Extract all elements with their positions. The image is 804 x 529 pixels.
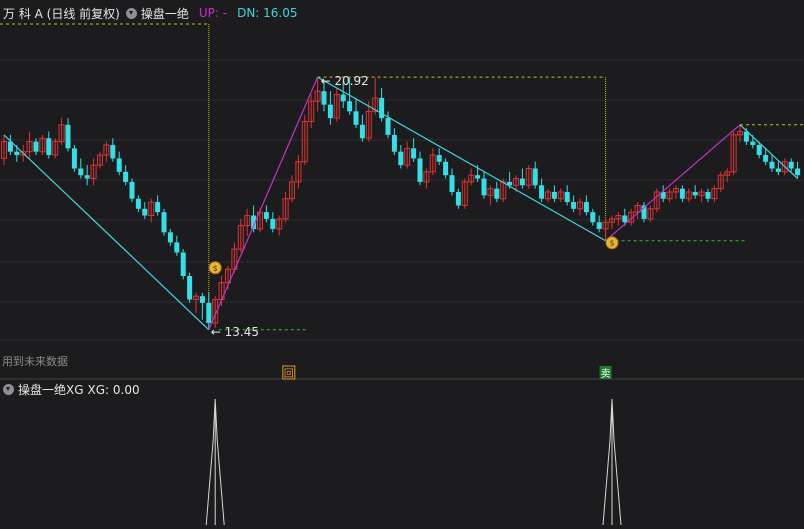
- candle-body: [321, 91, 327, 105]
- return-marker-label: 回: [284, 368, 294, 380]
- candle-body: [155, 202, 161, 213]
- zigzag-down-segment: [3, 134, 210, 331]
- candle-body: [33, 141, 39, 152]
- candle-body: [481, 178, 487, 196]
- candle-body: [340, 94, 346, 102]
- chart-stage: ← 20.92 ← 13.45 $ $ 回 卖: [0, 0, 804, 526]
- candle-body: [455, 192, 461, 206]
- candle-body: [353, 111, 359, 125]
- candle-body: [135, 198, 141, 209]
- stock-title: 万 科 A (日线 前复权): [3, 6, 120, 21]
- candle-body: [583, 202, 589, 213]
- peak-price-label: ← 20.92: [321, 74, 369, 88]
- candle-body: [795, 168, 801, 176]
- subindicator-toggle-icon[interactable]: [3, 384, 14, 395]
- candle-body: [532, 168, 538, 186]
- candle-body: [167, 232, 173, 243]
- candle-body: [110, 144, 116, 159]
- subindicator-name[interactable]: 操盘一绝XG: [18, 381, 84, 398]
- candle-body: [679, 188, 685, 199]
- candle-body: [443, 161, 449, 176]
- zigzag-up-segment: [605, 124, 741, 242]
- candle-body: [161, 212, 167, 233]
- candle-body: [116, 158, 122, 172]
- candle-body: [494, 188, 500, 199]
- candle-body: [788, 161, 794, 169]
- candle-body: [411, 148, 417, 159]
- up-value: UP: -: [198, 6, 228, 20]
- candle-body: [65, 124, 71, 149]
- sell-marker-label: 卖: [601, 368, 611, 380]
- zigzag-down-segment: [739, 124, 799, 179]
- candle-body: [519, 178, 525, 186]
- candle-body: [763, 155, 769, 162]
- trough-price-label: ← 13.45: [211, 325, 259, 339]
- candle-body: [590, 212, 596, 223]
- candle-body: [571, 202, 577, 209]
- candle-body: [398, 151, 404, 166]
- candle-body: [449, 175, 455, 192]
- candle-body: [129, 181, 135, 199]
- candle-body: [270, 218, 276, 229]
- candle-body: [475, 175, 481, 179]
- candle-body: [769, 161, 775, 169]
- candle-body: [187, 276, 193, 300]
- candle-body: [327, 104, 333, 119]
- indicator-toggle-icon[interactable]: [125, 7, 137, 19]
- candle-body: [750, 141, 756, 145]
- money-bag-icon-glyph: $: [213, 264, 218, 273]
- candle-body: [596, 222, 602, 229]
- candle-body: [385, 118, 391, 135]
- candle-body: [46, 138, 52, 156]
- candle-body: [359, 124, 365, 139]
- candle-body: [775, 168, 781, 172]
- candle-body: [78, 168, 84, 176]
- candle-body: [84, 175, 90, 179]
- main-panel-header: 万 科 A (日线 前复权) 操盘一绝 UP: - DN: 16.05: [3, 4, 298, 22]
- sub-panel-header: 操盘一绝XG XG: 0.00: [3, 381, 140, 398]
- zigzag-up-segment: [208, 76, 319, 330]
- candle-body: [705, 192, 711, 199]
- candle-body: [263, 212, 269, 219]
- indicator-name[interactable]: 操盘一绝: [141, 5, 189, 22]
- dn-value: DN: 16.05: [237, 6, 298, 20]
- candle-body: [199, 296, 205, 303]
- candle-body: [206, 302, 212, 324]
- candle-body: [391, 134, 397, 152]
- candle-body: [622, 215, 628, 223]
- candle-body: [14, 151, 20, 156]
- candle-body: [551, 192, 557, 199]
- candle-body: [436, 155, 442, 162]
- subindicator-value: XG: 0.00: [87, 382, 140, 397]
- candle-body: [71, 148, 77, 169]
- candle-body: [756, 144, 762, 156]
- candle-body: [174, 242, 180, 253]
- candle-body: [417, 158, 423, 182]
- candle-body: [539, 185, 545, 199]
- zigzag-down-segment: [317, 76, 606, 242]
- money-bag-icon-glyph: $: [609, 239, 614, 248]
- candlestick-chart: ← 20.92 ← 13.45 $ $ 回 卖: [0, 23, 804, 526]
- future-data-note: 用到未来数据: [2, 355, 68, 368]
- candle-body: [347, 101, 353, 112]
- candle-body: [123, 171, 129, 182]
- candle-body: [142, 208, 148, 216]
- candle-body: [180, 252, 186, 276]
- candle-body: [564, 192, 570, 203]
- candle-body: [692, 192, 698, 196]
